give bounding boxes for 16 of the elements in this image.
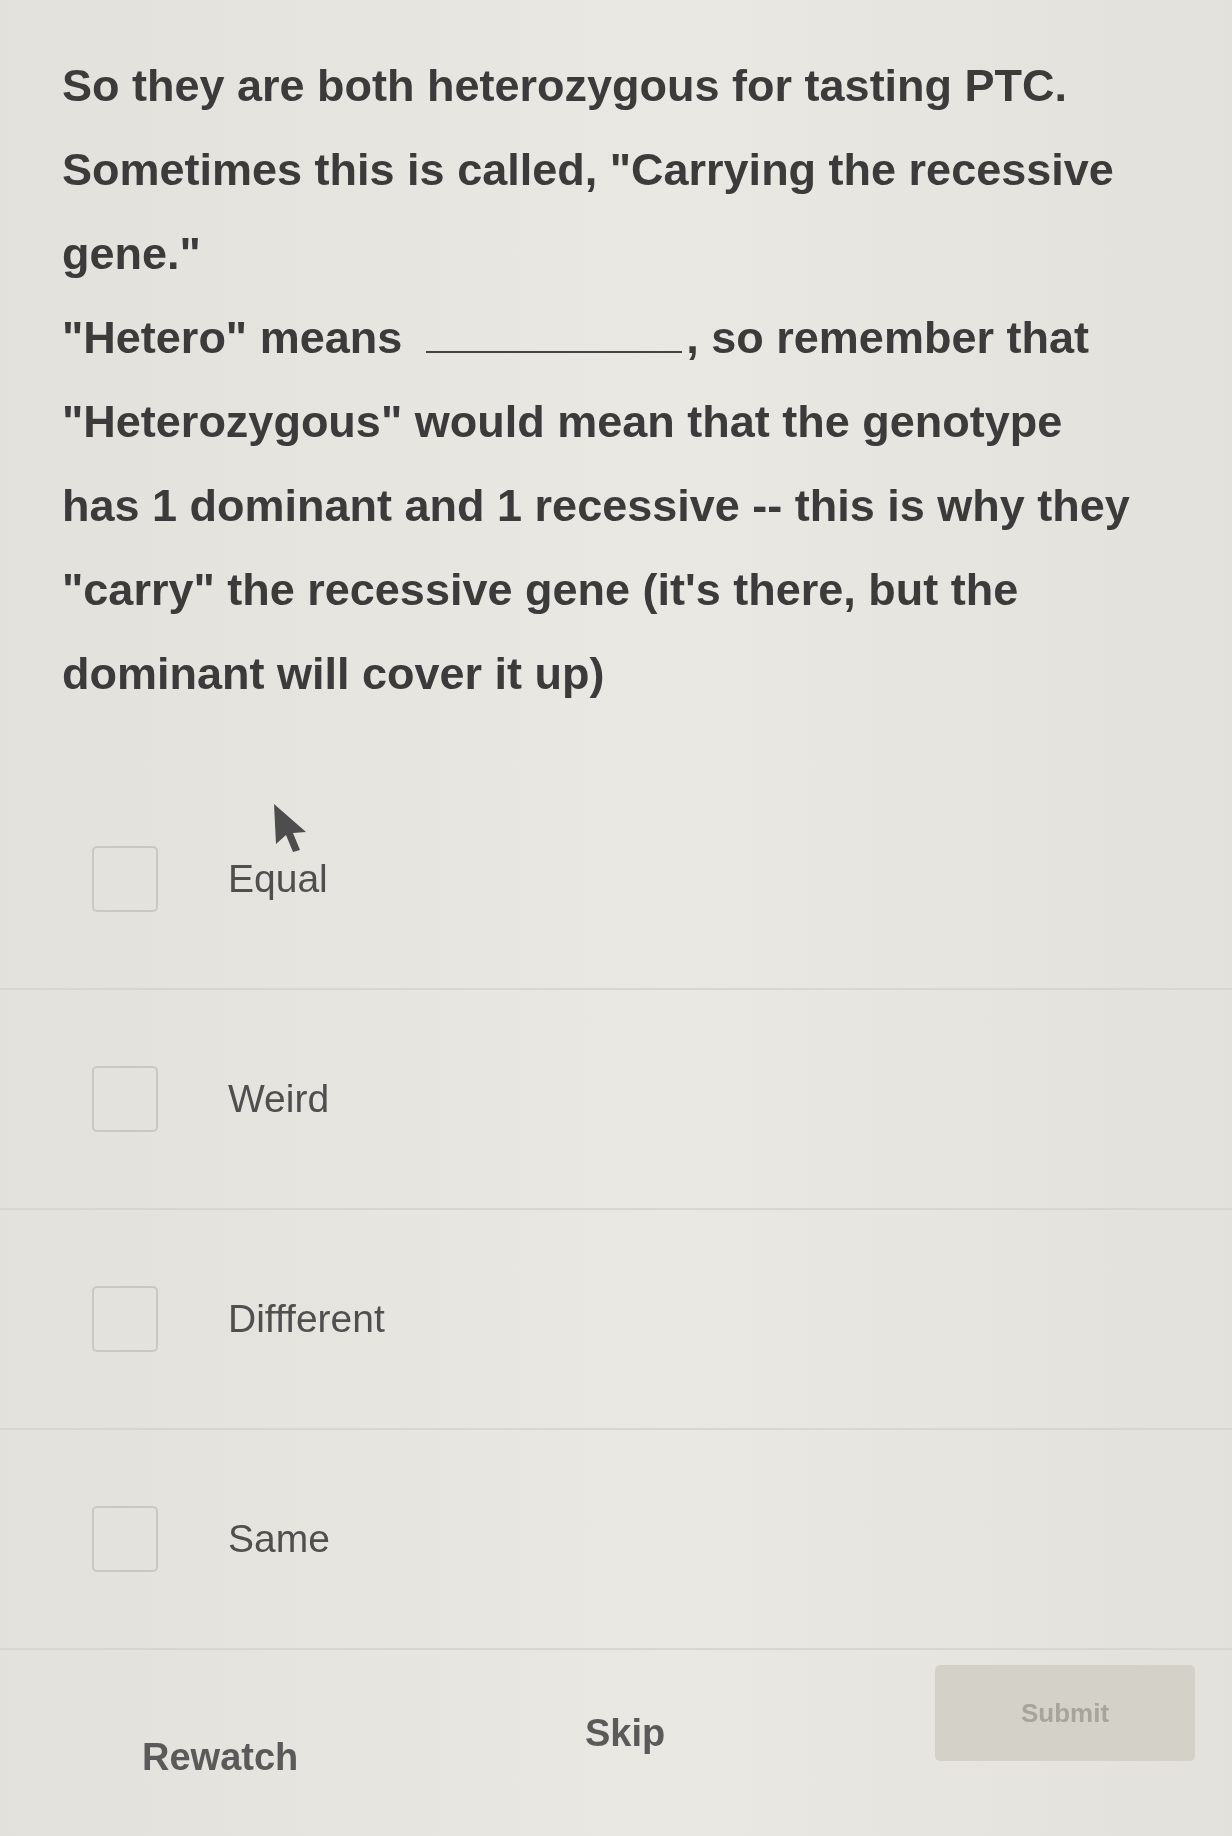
choice-label: Weird <box>228 1076 330 1122</box>
lesson-text: "Hetero" means <box>62 311 403 365</box>
checkbox[interactable] <box>92 1286 158 1352</box>
choice-label: Diffferent <box>228 1296 385 1342</box>
text-button[interactable]: Rewatch <box>142 1734 299 1780</box>
lesson-text: So they are both heterozygous for tasting PTC. <box>62 59 1069 113</box>
checkbox[interactable] <box>92 1066 158 1132</box>
lesson-text: Sometimes this is called, "Carrying the recessive gene." <box>62 143 1115 281</box>
lesson-text: , so remember that <box>686 311 1089 365</box>
checkbox[interactable] <box>92 1506 158 1572</box>
mouse-pointer-icon <box>272 802 308 852</box>
lesson-text: "Heterozygous" would mean that the genotype has 1 dominant and 1 recessive -- this is why they "carry" the recessive gene (it's there, but the dominant will cover it up) <box>62 395 1131 701</box>
choice-label: Equal <box>228 856 328 902</box>
choice-label: Same <box>228 1516 330 1562</box>
checkbox[interactable] <box>92 846 158 912</box>
text-button[interactable]: Skip <box>585 1710 666 1756</box>
